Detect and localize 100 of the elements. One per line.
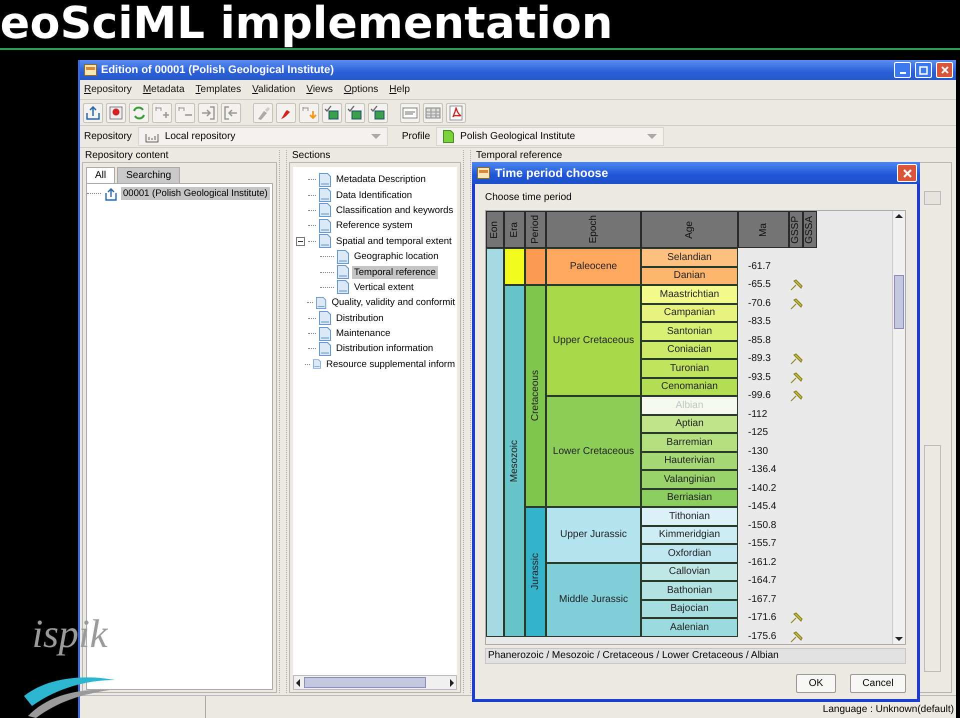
column-header: Eon [486, 211, 504, 248]
document-icon [319, 218, 331, 233]
age-cell[interactable]: Campanian [641, 304, 738, 322]
table-icon [425, 104, 441, 120]
age-cell[interactable]: Coniacian [641, 340, 738, 359]
epoch-cell[interactable]: Lower Cretaceous [546, 396, 641, 507]
period-cell[interactable]: Cretaceous [525, 285, 546, 507]
toolbar-button[interactable] [446, 102, 466, 122]
tree-item[interactable]: 00001 (Polish Geological Institute) [121, 187, 270, 200]
tree-item[interactable]: Temporal reference [352, 266, 438, 279]
check-icon [347, 104, 363, 120]
age-cell[interactable]: Santonian [641, 322, 738, 340]
epoch-cell[interactable]: Paleocene [546, 248, 641, 285]
menu-item[interactable]: Templates [196, 84, 242, 95]
tree-item[interactable]: Spatial and temporal extent [334, 234, 454, 248]
ma-value: -125 [748, 427, 768, 439]
left-arrow-icon[interactable] [296, 678, 300, 686]
tree-item[interactable]: Distribution [334, 312, 386, 325]
close-icon [902, 168, 912, 178]
age-cell[interactable]: Tithonian [641, 507, 738, 526]
toolbar-button[interactable] [345, 102, 365, 122]
epoch-cell[interactable]: Middle Jurassic [546, 562, 641, 636]
menu-item[interactable]: Help [389, 84, 410, 95]
app-icon [84, 64, 97, 76]
scroll-thumb[interactable] [894, 275, 904, 329]
menu-item[interactable]: Views [306, 84, 333, 95]
age-cell[interactable]: Oxfordian [641, 544, 738, 562]
right-arrow-icon[interactable] [450, 678, 454, 686]
epoch-cell[interactable]: Upper Cretaceous [546, 285, 641, 396]
panel-background [924, 191, 941, 205]
close-button[interactable] [897, 164, 917, 182]
period-cell[interactable]: Jurassic [525, 507, 546, 636]
window-title: Edition of 00001 (Polish Geological Institute) [101, 64, 334, 76]
toolbar-button[interactable] [106, 102, 126, 122]
collapse-icon[interactable] [296, 236, 305, 246]
close-button[interactable] [936, 62, 953, 78]
menu-item[interactable]: Metadata [142, 84, 185, 95]
tree-item[interactable]: Maintenance [334, 327, 392, 340]
tree-item[interactable]: Geographic location [352, 250, 440, 264]
brush-icon [255, 104, 271, 120]
tree-item[interactable]: Vertical extent [352, 280, 416, 294]
age-cell[interactable]: Danian [641, 266, 738, 285]
up-arrow-icon[interactable] [895, 214, 903, 218]
tab[interactable]: Searching [117, 167, 180, 183]
toolbar-button[interactable] [322, 102, 342, 122]
toolbar-button[interactable] [129, 102, 149, 122]
arrow-out-icon [223, 104, 239, 120]
tree-item[interactable]: Distribution information [334, 342, 436, 356]
toolbar-button[interactable] [423, 102, 443, 122]
tree-item[interactable]: Classification and keywords [334, 204, 456, 217]
period-cell[interactable] [525, 248, 546, 285]
pdf-icon [448, 104, 464, 120]
era-cell[interactable] [504, 248, 525, 285]
arrow-in-icon [200, 104, 216, 120]
eon-cell[interactable] [486, 248, 504, 636]
menu-item[interactable]: Options [344, 84, 378, 95]
age-cell[interactable]: Callovian [641, 562, 738, 581]
down-arrow-icon[interactable] [895, 637, 903, 641]
menu-item[interactable]: Validation [252, 84, 296, 95]
age-cell[interactable]: Berriasian [641, 488, 738, 507]
age-cell[interactable]: Turonian [641, 359, 738, 378]
toolbar-button[interactable] [368, 102, 388, 122]
tree-item[interactable]: Data Identification [334, 188, 414, 202]
scrollbar[interactable] [892, 211, 905, 644]
language-status: Language : Unknown(default) [822, 704, 955, 717]
tree-item[interactable]: Metadata Description [334, 173, 428, 186]
age-cell[interactable]: Selandian [641, 248, 738, 266]
column-header: Ma [738, 211, 789, 248]
toolbar-button[interactable] [276, 102, 296, 122]
toolbar-button[interactable] [400, 102, 420, 122]
toolbar-button[interactable] [83, 102, 103, 122]
tree-item[interactable]: Resource supplemental inform [324, 358, 457, 371]
age-cell[interactable]: Aalenian [641, 618, 738, 636]
age-cell[interactable]: Kimmeridgian [641, 526, 738, 544]
minimize-button[interactable] [894, 62, 911, 78]
age-cell[interactable]: Valanginian [641, 470, 738, 488]
tab[interactable]: All [86, 167, 116, 183]
menu-item[interactable]: Repository [84, 84, 132, 95]
cancel-button[interactable]: Cancel [850, 674, 906, 693]
tray-arrow-icon [85, 104, 101, 120]
age-cell[interactable]: Hauterivian [641, 452, 738, 470]
age-cell[interactable]: Bajocian [641, 600, 738, 618]
age-cell[interactable]: Barremian [641, 433, 738, 452]
path-field[interactable]: Phanerozoic / Mesozoic / Cretaceous / Lower Cretaceous / Albian [485, 648, 906, 664]
epoch-cell[interactable]: Upper Jurassic [546, 507, 641, 562]
scrollbar[interactable] [293, 675, 457, 690]
close-icon [940, 66, 948, 74]
age-cell[interactable]: Cenomanian [641, 378, 738, 396]
age-cell[interactable]: Maastrichtian [641, 285, 738, 304]
era-cell[interactable]: Mesozoic [504, 285, 525, 636]
age-cell[interactable]: Aptian [641, 414, 738, 433]
profile-dropdown[interactable]: Polish Geological Institute [436, 127, 664, 146]
repository-dropdown[interactable]: Local repository [138, 127, 388, 146]
tree-item[interactable]: Quality, validity and conformit [330, 296, 457, 310]
ok-button[interactable]: OK [796, 674, 836, 693]
tree-item[interactable]: Reference system [334, 219, 415, 232]
ma-value: -65.5 [748, 279, 771, 291]
maximize-button[interactable] [915, 62, 932, 78]
scroll-thumb[interactable] [304, 677, 426, 688]
age-cell[interactable]: Bathonian [641, 581, 738, 600]
